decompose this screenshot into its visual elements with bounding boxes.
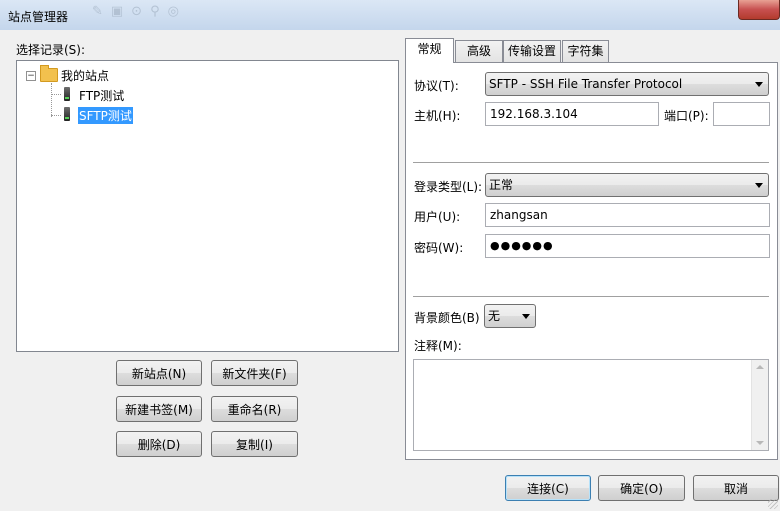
tab-transfer-settings[interactable]: 传输设置 (503, 40, 561, 62)
user-label: 用户(U): (414, 210, 461, 224)
resize-grip-icon[interactable] (768, 499, 778, 509)
cancel-button[interactable]: 取消 (693, 475, 779, 501)
protocol-select[interactable]: SFTP - SSH File Transfer Protocol (485, 72, 769, 96)
tree-item-ftp[interactable]: FTP测试 (79, 87, 124, 104)
server-icon (64, 107, 70, 121)
new-folder-button[interactable]: 新文件夹(F) (211, 360, 298, 386)
logon-type-label: 登录类型(L): (414, 180, 483, 194)
window-title: 站点管理器 (8, 10, 69, 24)
host-input[interactable]: 192.168.3.104 (485, 102, 659, 126)
tree-connector (51, 83, 52, 117)
tree-connector (51, 115, 61, 116)
tab-general[interactable]: 常规 (405, 38, 454, 63)
logon-type-value: 正常 (489, 178, 514, 192)
folder-icon (40, 65, 58, 82)
bg-color-value: 无 (488, 309, 501, 323)
new-site-button[interactable]: 新站点(N) (116, 360, 202, 386)
scroll-up-icon[interactable] (756, 365, 764, 369)
logon-type-select[interactable]: 正常 (485, 173, 769, 197)
password-label: 密码(W): (414, 241, 464, 255)
tree-connector (51, 94, 61, 95)
background-toolbar-icons: ✎▣⊙⚲◎ (92, 4, 187, 19)
chevron-down-icon (755, 183, 763, 188)
title-bar[interactable]: 站点管理器 ✎▣⊙⚲◎ (0, 0, 780, 30)
tree-item-sftp[interactable]: SFTP测试 (78, 107, 133, 124)
chevron-down-icon (755, 82, 763, 87)
collapse-toggle-icon[interactable]: − (26, 71, 36, 81)
host-label: 主机(H): (414, 109, 461, 123)
comments-textarea[interactable] (413, 359, 769, 451)
site-tree[interactable]: − 我的站点 FTP测试 SFTP测试 (16, 60, 399, 352)
port-input[interactable] (713, 102, 770, 126)
port-label: 端口(P): (664, 109, 709, 123)
comments-scrollbar[interactable] (751, 360, 768, 450)
delete-button[interactable]: 删除(D) (116, 431, 202, 457)
bg-color-label: 背景颜色(B) (414, 311, 480, 325)
connect-button[interactable]: 连接(C) (505, 475, 591, 501)
bg-color-select[interactable]: 无 (484, 304, 536, 328)
tree-root-label[interactable]: 我的站点 (61, 67, 109, 84)
comments-label: 注释(M): (414, 339, 462, 353)
server-icon (64, 87, 70, 101)
ok-button[interactable]: 确定(O) (598, 475, 685, 501)
new-bookmark-button[interactable]: 新建书签(M) (116, 396, 202, 422)
separator (413, 162, 769, 164)
site-manager-window: 站点管理器 ✎▣⊙⚲◎ 选择记录(S): − 我的站点 FTP测试 SFTP测试… (0, 0, 780, 511)
tab-advanced[interactable]: 高级 (455, 40, 503, 62)
tab-charset[interactable]: 字符集 (562, 40, 609, 62)
protocol-value: SFTP - SSH File Transfer Protocol (489, 77, 683, 91)
separator (413, 296, 769, 298)
user-input[interactable]: zhangsan (485, 203, 770, 227)
select-entry-label: 选择记录(S): (16, 43, 86, 57)
copy-button[interactable]: 复制(I) (211, 431, 298, 457)
password-input[interactable]: ●●●●●● (485, 234, 770, 258)
scroll-down-icon[interactable] (756, 441, 764, 445)
protocol-label: 协议(T): (414, 79, 459, 93)
close-icon[interactable] (738, 0, 780, 20)
chevron-down-icon (522, 314, 530, 319)
rename-button[interactable]: 重命名(R) (211, 396, 298, 422)
